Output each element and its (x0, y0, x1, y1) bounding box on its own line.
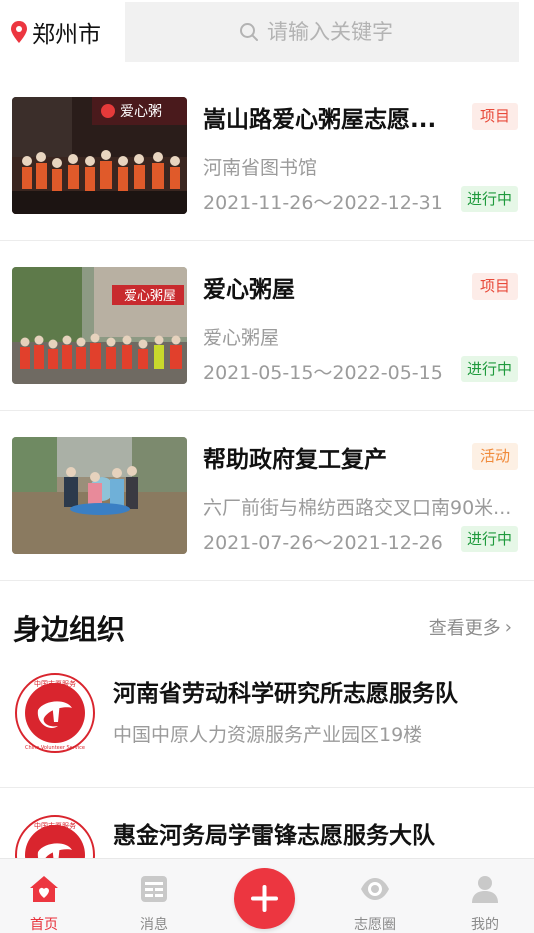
organization-address: 中国中原人力资源服务产业园区19楼 (113, 724, 423, 746)
status-badge: 进行中 (460, 186, 518, 212)
thumb-sign-text: 爱心粥 (120, 103, 162, 120)
project-type-tag: 项目 (471, 273, 518, 300)
logo-subtext: China Volunteer Service (25, 745, 85, 751)
volunteer-logo-icon: 中国志愿服务 (15, 815, 95, 858)
message-list-icon (141, 876, 167, 902)
project-type-tag: 活动 (471, 443, 518, 470)
tab-home[interactable]: 首页 (0, 859, 89, 933)
tab-messages[interactable]: 消息 (109, 859, 199, 933)
project-title: 嵩山路爱心粥屋志愿... (203, 107, 437, 133)
organization-name: 河南省劳动科学研究所志愿服务队 (113, 681, 458, 707)
status-badge: 进行中 (460, 356, 518, 382)
project-thumbnail (12, 437, 187, 554)
add-button[interactable] (234, 868, 295, 929)
location-pin-icon (11, 21, 27, 43)
volunteer-logo-icon: 中国志愿服务 China Volunteer Service (15, 673, 95, 753)
city-name: 郑州市 (32, 22, 101, 48)
section-title: 身边组织 (13, 613, 126, 646)
top-bar: 郑州市 (0, 0, 534, 64)
tab-profile[interactable]: 我的 (440, 859, 530, 933)
view-more-label: 查看更多 (428, 618, 501, 639)
project-location: 六厂前街与棉纺西路交叉口南90米... (203, 497, 512, 519)
project-location: 河南省图书馆 (203, 157, 318, 179)
tab-label: 消息 (140, 917, 168, 933)
home-heart-icon (30, 876, 58, 902)
status-badge: 进行中 (460, 526, 518, 552)
project-card[interactable]: 爱心粥 嵩山路爱心粥屋志愿... 项目 河南省图书馆 2021-11-26～20… (0, 71, 534, 241)
organization-item[interactable]: 中国志愿服务 China Volunteer Service 河南省劳动科学研究… (0, 658, 534, 788)
tab-label: 我的 (471, 917, 499, 933)
project-thumbnail: 爱心粥屋 (12, 267, 187, 384)
project-dates: 2021-05-15～2022-05-15 (203, 362, 443, 384)
project-dates: 2021-07-26～2021-12-26 (203, 532, 443, 554)
user-icon (472, 876, 498, 903)
logo-text: 中国志愿服务 (34, 679, 76, 688)
project-list: 爱心粥 嵩山路爱心粥屋志愿... 项目 河南省图书馆 2021-11-26～20… (0, 71, 534, 581)
project-title: 帮助政府复工复产 (203, 447, 387, 473)
organization-name: 惠金河务局学雷锋志愿服务大队 (113, 823, 435, 849)
plus-icon (251, 885, 278, 912)
tab-label: 首页 (30, 917, 58, 933)
nearby-organizations-header: 身边组织 查看更多 › (0, 600, 534, 658)
project-card[interactable]: 帮助政府复工复产 活动 六厂前街与棉纺西路交叉口南90米... 2021-07-… (0, 411, 534, 581)
project-card[interactable]: 爱心粥屋 爱心粥屋 项目 爱心粥屋 2021-05-15～2022-05-15 … (0, 241, 534, 411)
logo-text: 中国志愿服务 (34, 821, 76, 830)
search-bar[interactable] (125, 2, 519, 62)
search-input[interactable] (267, 20, 517, 44)
thumb-sign-text: 爱心粥屋 (124, 288, 176, 304)
search-icon (240, 23, 258, 41)
tab-label: 志愿圈 (354, 917, 396, 933)
chevron-right-icon: › (504, 616, 512, 638)
organization-item[interactable]: 中国志愿服务 惠金河务局学雷锋志愿服务大队 (0, 800, 534, 858)
eye-icon (361, 878, 389, 900)
view-more-link[interactable]: 查看更多 › (429, 614, 512, 640)
project-location: 爱心粥屋 (203, 327, 280, 349)
project-type-tag: 项目 (471, 103, 518, 130)
project-thumbnail: 爱心粥 (12, 97, 187, 214)
project-dates: 2021-11-26～2022-12-31 (203, 192, 443, 214)
project-title: 爱心粥屋 (203, 277, 295, 303)
tab-volunteer-circle[interactable]: 志愿圈 (330, 859, 420, 933)
city-selector[interactable]: 郑州市 (10, 14, 101, 50)
